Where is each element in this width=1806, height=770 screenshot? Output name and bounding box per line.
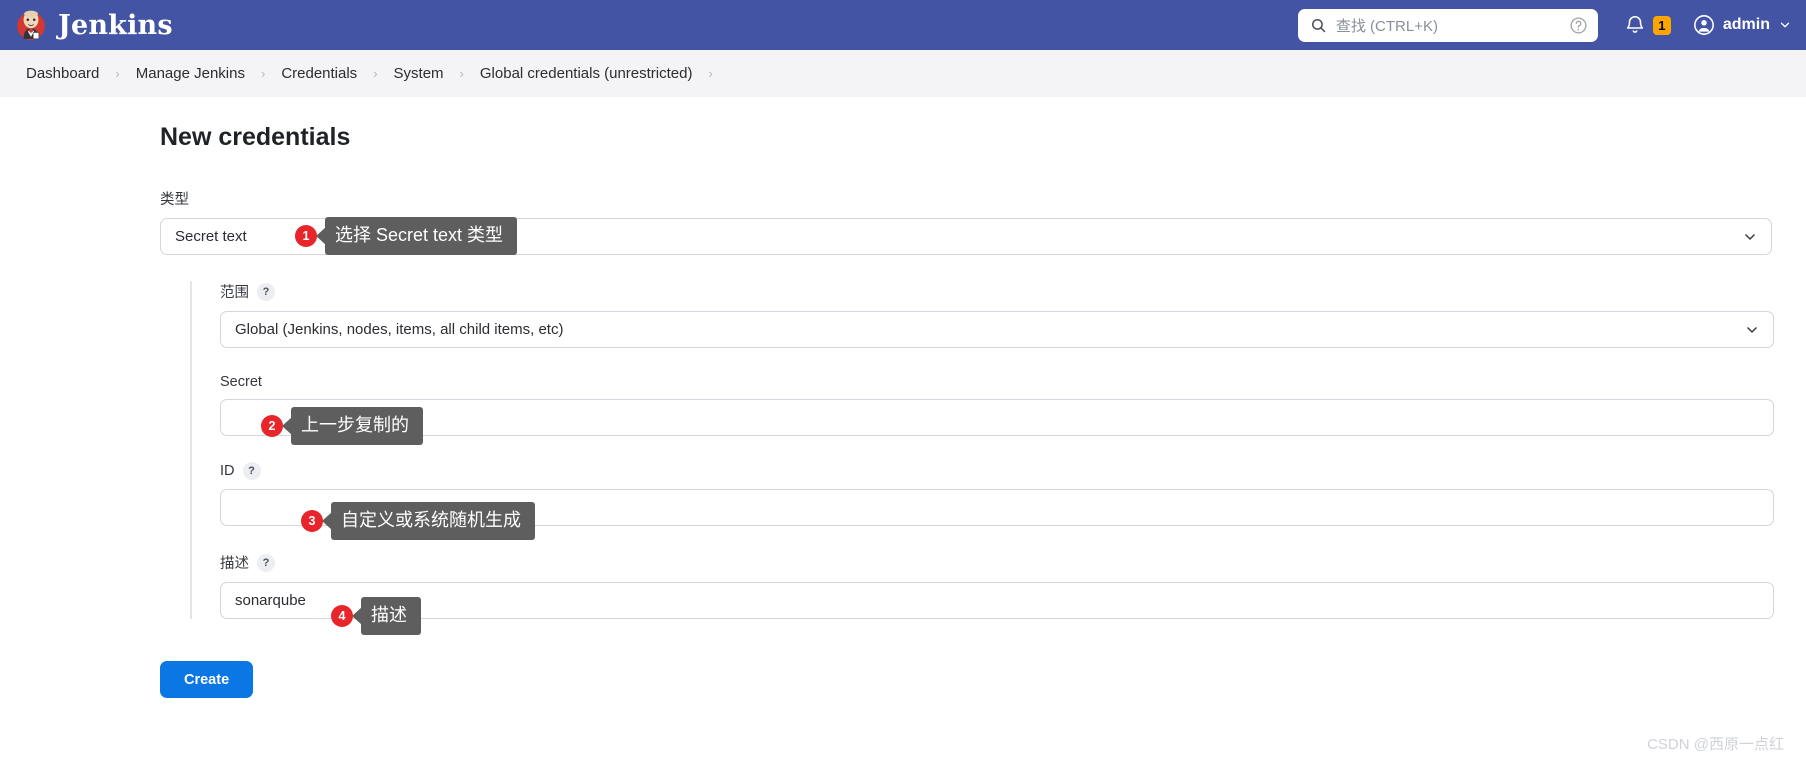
bell-icon (1626, 16, 1643, 33)
breadcrumb-separator: › (260, 66, 266, 81)
chevron-down-icon (1780, 22, 1790, 28)
search-placeholder-text: 查找 (CTRL+K) (1335, 17, 1438, 35)
description-field-label: 描述 (220, 556, 249, 572)
description-field-label-row: 描述 ? (220, 552, 1774, 573)
id-input[interactable] (220, 489, 1774, 526)
secret-field-label-row: Secret (220, 374, 1774, 390)
scope-field-label: 范围 (220, 285, 249, 301)
main-content: New credentials 类型 Secret text 范围 ? Glob… (0, 97, 1806, 698)
credential-fields-section: 范围 ? Global (Jenkins, nodes, items, all … (190, 281, 1806, 619)
secret-field-group: Secret (220, 374, 1774, 436)
secret-field-label: Secret (220, 374, 262, 390)
breadcrumb-item-system[interactable]: System (388, 61, 450, 86)
chevron-down-icon (1745, 233, 1755, 240)
scope-select[interactable]: Global (Jenkins, nodes, items, all child… (220, 311, 1774, 348)
id-field-label-row: ID ? (220, 462, 1774, 480)
breadcrumb-separator: › (459, 66, 464, 81)
description-input[interactable]: sonarqube (220, 582, 1774, 619)
description-field-group: 描述 ? sonarqube (220, 552, 1774, 619)
breadcrumb: Dashboard › Manage Jenkins › Credentials… (0, 50, 1806, 97)
type-select-value: Secret text (175, 228, 247, 245)
scope-field-group: 范围 ? Global (Jenkins, nodes, items, all … (220, 281, 1774, 348)
description-input-value: sonarqube (235, 592, 306, 609)
question-circle-icon[interactable] (1569, 16, 1588, 35)
type-field-label: 类型 (160, 192, 189, 208)
user-circle-icon (1693, 15, 1714, 35)
type-select[interactable]: Secret text (160, 218, 1772, 255)
notification-count-badge: 1 (1652, 15, 1671, 35)
top-header: Jenkins 查找 (CTRL+K) 1 admin (0, 0, 1806, 50)
user-name-label: admin (1722, 16, 1770, 33)
secret-input[interactable] (220, 399, 1774, 436)
type-field-label-row: 类型 (160, 188, 1772, 209)
create-button[interactable]: Create (160, 661, 254, 698)
notifications-button[interactable]: 1 (1624, 14, 1671, 36)
jenkins-home-link[interactable]: Jenkins (14, 8, 173, 42)
user-menu-button[interactable]: admin (1693, 14, 1792, 36)
header-right-cluster: 查找 (CTRL+K) 1 admin (1297, 0, 1792, 50)
brand-title: Jenkins (58, 9, 173, 41)
jenkins-butler-logo-icon (17, 10, 45, 40)
scope-field-label-row: 范围 ? (220, 281, 1774, 302)
id-help-icon[interactable]: ? (242, 462, 261, 480)
id-field-group: ID ? (220, 462, 1774, 526)
watermark: CSDN @西原一点红 (1647, 736, 1784, 753)
scope-select-value: Global (Jenkins, nodes, items, all child… (235, 321, 564, 338)
search-icon (1311, 18, 1326, 32)
breadcrumb-item-dashboard[interactable]: Dashboard (20, 61, 105, 86)
breadcrumb-item-manage-jenkins[interactable]: Manage Jenkins (130, 61, 251, 86)
breadcrumb-item-credentials[interactable]: Credentials (275, 61, 363, 86)
breadcrumb-separator: › (708, 66, 713, 81)
description-help-icon[interactable]: ? (257, 553, 275, 572)
breadcrumb-separator: › (373, 66, 378, 81)
scope-help-icon[interactable]: ? (257, 282, 275, 301)
search-input[interactable]: 查找 (CTRL+K) (1297, 8, 1598, 42)
chevron-down-icon (1747, 326, 1757, 333)
id-field-label: ID (220, 463, 235, 479)
type-field-group: 类型 Secret text (160, 188, 1772, 255)
breadcrumb-item-global-credentials[interactable]: Global credentials (unrestricted) (474, 61, 699, 86)
page-title: New credentials (160, 123, 351, 151)
breadcrumb-separator: › (115, 66, 120, 81)
